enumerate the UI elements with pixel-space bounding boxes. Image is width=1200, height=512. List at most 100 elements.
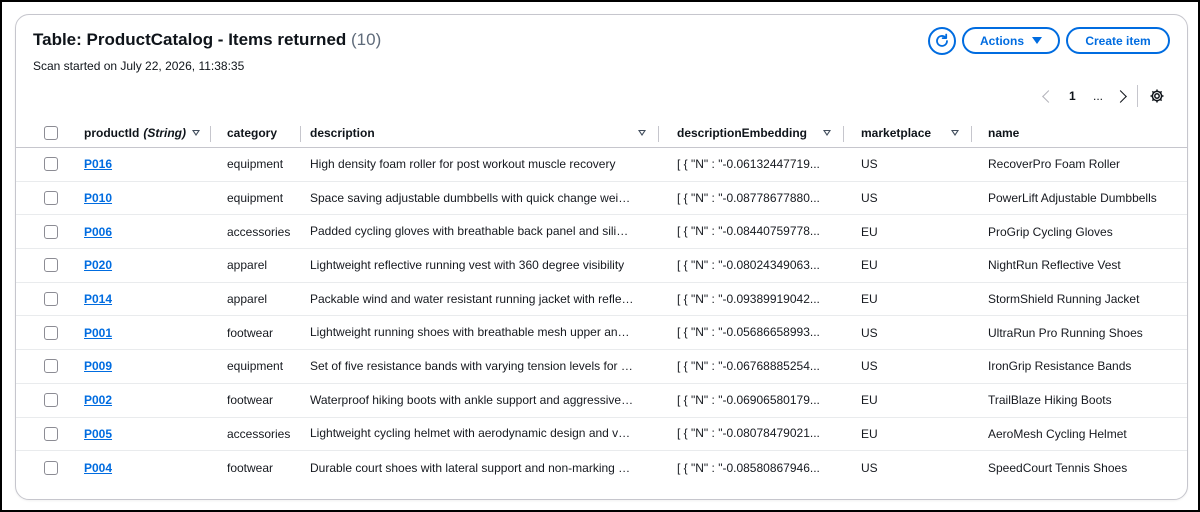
name-cell: NightRun Reflective Vest: [988, 258, 1121, 273]
description-cell: Packable wind and water resistant runnin…: [310, 291, 634, 306]
column-header-description[interactable]: description: [310, 118, 650, 147]
description-cell: Lightweight reflective running vest with…: [310, 257, 625, 272]
embedding-cell: [ { "N" : "-0.09389919042...: [677, 291, 820, 306]
product-id-link[interactable]: P010: [84, 191, 112, 205]
sort-icon[interactable]: [638, 129, 646, 136]
column-divider[interactable]: [210, 126, 211, 142]
row-checkbox[interactable]: [44, 426, 58, 441]
product-id-link[interactable]: P004: [84, 461, 112, 475]
category-cell: accessories: [227, 224, 291, 239]
page-ellipsis: ...: [1093, 89, 1104, 103]
column-divider[interactable]: [658, 126, 659, 142]
scan-started-text: Scan started on July 22, 2026, 11:38:35: [33, 59, 245, 73]
product-id-link[interactable]: P016: [84, 157, 112, 171]
table-row: P005 accessories Lightweight cycling hel…: [16, 418, 1187, 452]
column-divider[interactable]: [971, 126, 972, 142]
column-header-label: marketplace: [861, 125, 932, 140]
marketplace-cell: EU: [861, 292, 878, 307]
marketplace-cell: EU: [861, 393, 878, 408]
row-checkbox[interactable]: [44, 258, 58, 273]
row-checkbox[interactable]: [44, 325, 58, 340]
actions-label: Actions: [979, 33, 1024, 48]
category-cell: apparel: [227, 292, 268, 307]
category-cell: apparel: [227, 258, 268, 273]
row-checkbox[interactable]: [44, 393, 58, 408]
row-checkbox[interactable]: [44, 191, 58, 206]
table-row: P001 footwear Lightweight running shoes …: [16, 316, 1187, 351]
product-id-link[interactable]: P005: [84, 427, 112, 441]
row-checkbox[interactable]: [44, 359, 58, 374]
name-cell: UltraRun Pro Running Shoes: [988, 325, 1143, 340]
product-id-link[interactable]: P020: [84, 258, 112, 272]
actions-dropdown-button[interactable]: Actions: [962, 27, 1060, 54]
page-number-1[interactable]: 1: [1069, 85, 1076, 107]
select-all-checkbox[interactable]: [44, 125, 58, 140]
embedding-cell: [ { "N" : "-0.05686658993...: [677, 325, 820, 340]
sort-icon[interactable]: [951, 129, 959, 136]
description-cell: Padded cycling gloves with breathable ba…: [310, 224, 634, 239]
description-cell: Lightweight cycling helmet with aerodyna…: [310, 426, 634, 441]
items-count: (10): [351, 30, 382, 49]
product-id-link[interactable]: P002: [84, 393, 112, 407]
column-header-label: name: [988, 125, 1020, 140]
row-checkbox[interactable]: [44, 224, 58, 239]
previous-page-button[interactable]: [1042, 85, 1055, 107]
description-cell: Space saving adjustable dumbbells with q…: [310, 190, 634, 205]
embedding-cell: [ { "N" : "-0.08778677880...: [677, 190, 820, 205]
column-type-label: (String): [143, 125, 186, 140]
description-cell: Waterproof hiking boots with ankle suppo…: [310, 392, 634, 407]
name-cell: SpeedCourt Tennis Shoes: [988, 461, 1128, 476]
marketplace-cell: US: [861, 157, 878, 172]
caret-down-icon: [1032, 37, 1042, 44]
preferences-button[interactable]: [1149, 85, 1165, 107]
column-header-marketplace[interactable]: marketplace: [861, 118, 961, 147]
table-row: P016 equipment High density foam roller …: [16, 148, 1187, 182]
column-header-productid[interactable]: productId (String): [84, 118, 204, 147]
marketplace-cell: EU: [861, 224, 878, 239]
column-header-label: category: [227, 125, 278, 140]
marketplace-cell: US: [861, 461, 878, 476]
table-row: P014 apparel Packable wind and water res…: [16, 283, 1187, 317]
embedding-cell: [ { "N" : "-0.08078479021...: [677, 426, 820, 441]
sort-icon[interactable]: [823, 129, 831, 136]
table-row: P004 footwear Durable court shoes with l…: [16, 451, 1187, 485]
category-cell: accessories: [227, 426, 291, 441]
marketplace-cell: US: [861, 191, 878, 206]
name-cell: ProGrip Cycling Gloves: [988, 224, 1113, 239]
row-checkbox[interactable]: [44, 292, 58, 307]
refresh-button[interactable]: [928, 27, 956, 55]
column-header-descriptionembedding[interactable]: descriptionEmbedding: [677, 118, 837, 147]
embedding-cell: [ { "N" : "-0.06768885254...: [677, 358, 820, 373]
product-id-link[interactable]: P009: [84, 359, 112, 373]
description-cell: Lightweight running shoes with breathabl…: [310, 325, 634, 340]
product-id-link[interactable]: P001: [84, 326, 112, 340]
create-item-button[interactable]: Create item: [1066, 27, 1170, 54]
column-header-label: descriptionEmbedding: [677, 125, 808, 140]
column-header-label: description: [310, 125, 375, 140]
name-cell: AeroMesh Cycling Helmet: [988, 426, 1127, 441]
marketplace-cell: US: [861, 359, 878, 374]
name-cell: IronGrip Resistance Bands: [988, 359, 1132, 374]
embedding-cell: [ { "N" : "-0.08024349063...: [677, 257, 820, 272]
chevron-right-icon: [1114, 89, 1127, 103]
category-cell: equipment: [227, 191, 284, 206]
product-id-link[interactable]: P006: [84, 225, 112, 239]
name-cell: RecoverPro Foam Roller: [988, 157, 1121, 172]
window-frame: Table: ProductCatalog - Items returned (…: [0, 0, 1200, 512]
column-header-label: productId: [84, 125, 140, 140]
row-checkbox[interactable]: [44, 461, 58, 476]
refresh-icon: [936, 33, 948, 47]
column-header-category[interactable]: category: [227, 118, 299, 147]
row-checkbox[interactable]: [44, 157, 58, 172]
product-id-link[interactable]: P014: [84, 292, 112, 306]
table-header-row: productId (String) category description …: [16, 118, 1187, 148]
column-header-name[interactable]: name: [988, 118, 1183, 147]
items-table-container: Table: ProductCatalog - Items returned (…: [15, 14, 1188, 500]
create-item-label: Create item: [1085, 33, 1151, 48]
column-divider[interactable]: [300, 126, 301, 142]
column-divider[interactable]: [843, 126, 844, 142]
sort-icon[interactable]: [191, 129, 200, 136]
next-page-button[interactable]: [1114, 85, 1127, 107]
pagination-divider: [1137, 85, 1138, 107]
marketplace-cell: US: [861, 325, 878, 340]
